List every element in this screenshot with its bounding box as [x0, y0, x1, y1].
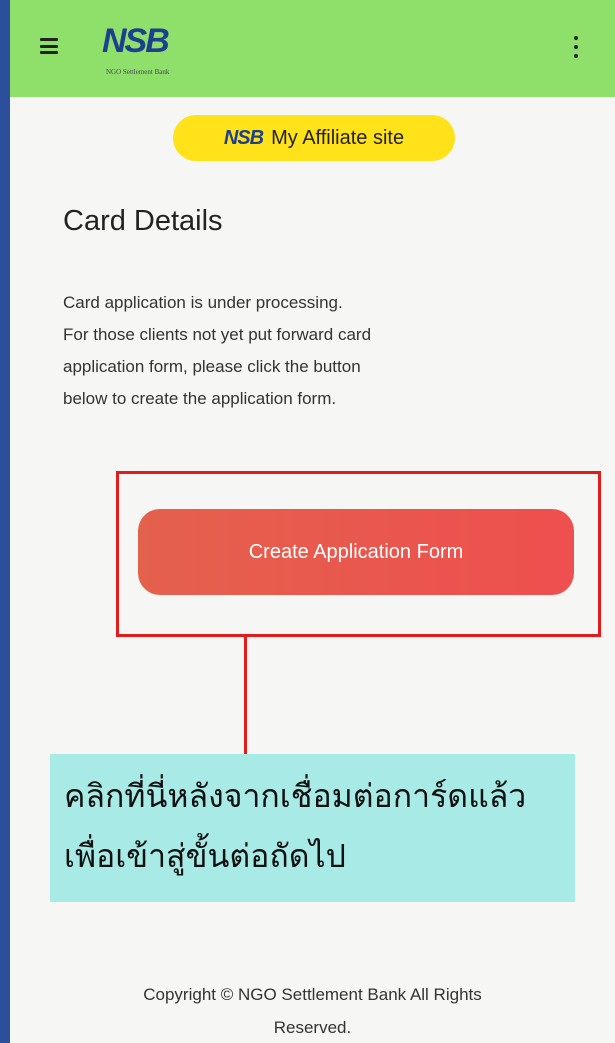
copyright-line: Copyright © NGO Settlement Bank All Righ… [143, 985, 482, 1004]
affiliate-site-button[interactable]: NSB My Affiliate site [173, 115, 455, 161]
kebab-menu-icon[interactable] [573, 36, 579, 58]
main-content: NSB My Affiliate site Card Details Card … [10, 97, 615, 1043]
annotation-connector-line [244, 637, 247, 764]
hamburger-icon[interactable] [40, 38, 58, 54]
annotation-callout: คลิกที่นี่หลังจากเชื่อมต่อการ์ดแล้ว เพื่… [50, 754, 575, 902]
nsb-logo[interactable]: NSB NGO Settlement Bank [102, 22, 222, 80]
description-line: below to create the application form. [63, 389, 337, 408]
description-line: For those clients not yet put forward ca… [63, 325, 372, 344]
card-status-description: Card application is under processing. Fo… [63, 287, 523, 415]
callout-line: เพื่อเข้าสู่ขั้นต่อถัดไป [64, 837, 346, 875]
description-line: Card application is under processing. [63, 293, 343, 312]
create-application-form-button[interactable]: Create Application Form [138, 509, 574, 595]
logo-subtitle: NGO Settlement Bank [106, 68, 170, 76]
logo-text: NSB [102, 22, 170, 60]
affiliate-logo-icon: NSB [223, 126, 264, 149]
footer-copyright: Copyright © NGO Settlement Bank All Righ… [50, 978, 575, 1043]
description-line: application form, please click the butto… [63, 357, 361, 376]
copyright-line: Reserved. [273, 1018, 352, 1037]
top-app-bar: NSB NGO Settlement Bank [10, 0, 615, 97]
affiliate-label: My Affiliate site [271, 126, 405, 149]
app-frame: NSB NGO Settlement Bank NSB My Affiliate… [10, 0, 615, 1043]
page-title: Card Details [63, 205, 223, 237]
callout-line: คลิกที่นี่หลังจากเชื่อมต่อการ์ดแล้ว [64, 777, 527, 815]
